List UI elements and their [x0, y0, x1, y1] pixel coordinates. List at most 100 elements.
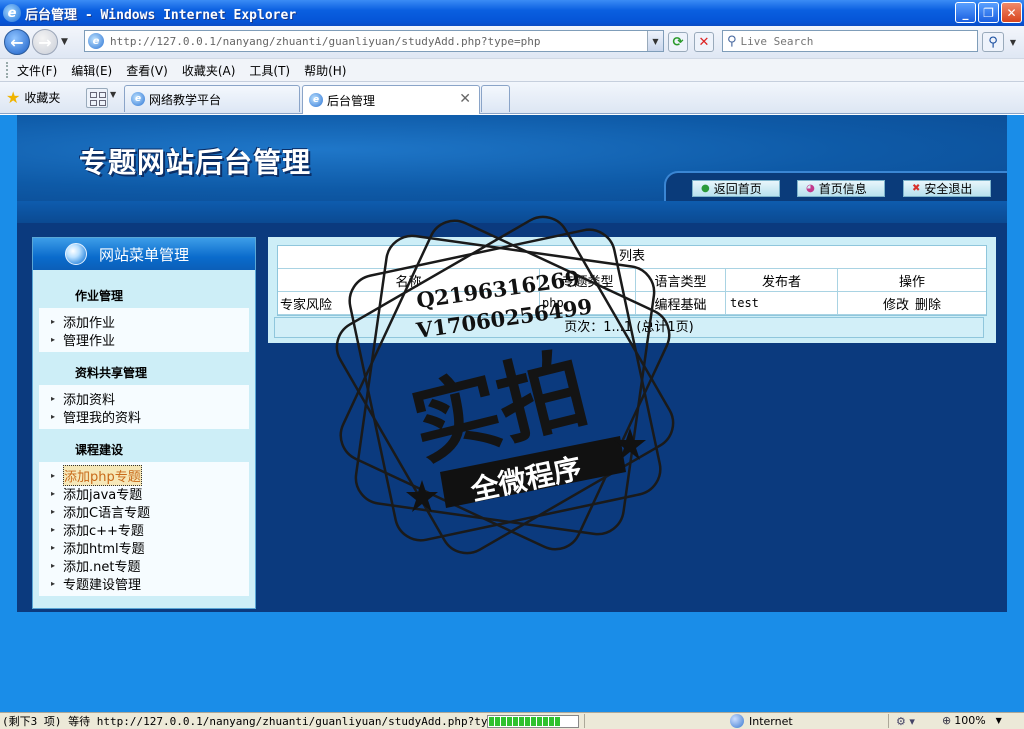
cell-name: 专家风险 — [278, 292, 540, 314]
zone-label: Internet — [749, 714, 793, 728]
section-list: ▸ 添加php专题 ▸ 添加java专题 ▸ 添加C语言专题 ▸ 添加c++专题 ▸ 添加… — [39, 462, 249, 596]
address-field[interactable]: e ▼ — [84, 30, 664, 52]
restore-button[interactable]: ❐ — [978, 2, 999, 23]
sidebar-title: 网站菜单管理 — [99, 245, 190, 264]
home-info-button[interactable]: ◕ 首页信息 — [797, 180, 885, 197]
history-dropdown-icon[interactable]: ▼ — [61, 37, 71, 47]
x-icon: ✖ — [912, 183, 921, 194]
progress-segment — [507, 717, 512, 726]
menu-help[interactable]: 帮助(H) — [304, 62, 346, 79]
admin-site: 专题网站后台管理 ● 返回首页 ◕ 首页信息 ✖ 安全退出 网站菜单管理 作业管… — [17, 115, 1007, 612]
zoom-control[interactable]: ⊕ 100% ▼ — [942, 714, 1002, 727]
stop-button[interactable]: ✕ — [694, 32, 714, 52]
tab-ie-icon: e — [131, 92, 145, 106]
progress-segment — [501, 717, 506, 726]
menu-file[interactable]: 文件(F) — [17, 62, 57, 79]
progress-segment — [495, 717, 500, 726]
menu-tools[interactable]: 工具(T) — [249, 62, 290, 79]
sidebar-item-add-c[interactable]: ▸ 添加C语言专题 — [39, 502, 249, 521]
back-button[interactable]: ← — [4, 29, 30, 55]
return-home-button[interactable]: ● 返回首页 — [692, 180, 780, 197]
logout-label: 安全退出 — [924, 182, 973, 196]
tab-ie-icon: e — [309, 93, 323, 107]
status-divider — [584, 714, 585, 728]
sidebar-item-add-cpp[interactable]: ▸ 添加c++专题 — [39, 520, 249, 539]
menu-favorites[interactable]: 收藏夹(A) — [182, 62, 236, 79]
sidebar-item-label: 专题建设管理 — [63, 577, 142, 593]
menu-view[interactable]: 查看(V) — [126, 62, 168, 79]
search-options-dropdown-icon[interactable]: ▼ — [1006, 32, 1020, 52]
tab-admin[interactable]: e 后台管理 ✕ — [302, 85, 480, 114]
new-tab-button[interactable] — [481, 85, 510, 112]
edit-link[interactable]: 修改 — [883, 294, 909, 313]
close-button[interactable]: ✕ — [1001, 2, 1022, 23]
progress-segment — [555, 717, 560, 726]
sidebar-item-add-html[interactable]: ▸ 添加html专题 — [39, 538, 249, 557]
internet-zone-icon — [730, 714, 744, 728]
column-header-language: 语言类型 — [636, 269, 726, 291]
protected-mode-icon[interactable]: ⚙ ▾ — [896, 715, 915, 728]
tab-label: 后台管理 — [327, 93, 376, 108]
page-viewport: 专题网站后台管理 ● 返回首页 ◕ 首页信息 ✖ 安全退出 网站菜单管理 作业管… — [0, 115, 1024, 712]
section-title: 资料共享管理 — [75, 365, 148, 380]
refresh-button[interactable]: ⟳ — [668, 32, 688, 52]
sidebar-item-add-resource[interactable]: ▸ 添加资料 — [39, 389, 249, 408]
search-go-button[interactable]: ⚲ — [982, 32, 1004, 52]
sidebar-item-label: 添加c++专题 — [63, 523, 144, 539]
main-panel: 列表 名称 专题类型 语言类型 发布者 操作 专家风险 php 编程基础 tes… — [268, 237, 996, 343]
return-home-label: 返回首页 — [713, 182, 762, 196]
bullet-icon: ▸ — [51, 335, 56, 344]
quick-tabs-button[interactable] — [86, 88, 108, 108]
forward-button[interactable]: → — [32, 29, 58, 55]
zoom-dropdown-icon[interactable]: ▼ — [996, 716, 1002, 725]
cell-topic-type: php — [540, 292, 636, 314]
delete-link[interactable]: 删除 — [915, 294, 941, 313]
minimize-button[interactable]: _ — [955, 2, 976, 23]
security-zone: Internet — [730, 714, 793, 728]
progress-segment — [519, 717, 524, 726]
sidebar-item-add-java[interactable]: ▸ 添加java专题 — [39, 484, 249, 503]
sidebar-header: 网站菜单管理 — [33, 238, 255, 270]
url-dropdown-icon[interactable]: ▼ — [647, 31, 663, 51]
title-bar: e 后台管理 - Windows Internet Explorer _ ❐ ✕ — [0, 0, 1024, 26]
sidebar-item-label: 添加java专题 — [63, 487, 143, 503]
sidebar-item-add-homework[interactable]: ▸ 添加作业 — [39, 312, 249, 331]
sidebar-item-label: 添加html专题 — [63, 541, 145, 557]
progress-segment — [549, 717, 554, 726]
logout-button[interactable]: ✖ 安全退出 — [903, 180, 991, 197]
sidebar-item-add-dotnet[interactable]: ▸ 添加.net专题 — [39, 556, 249, 575]
progress-segment — [489, 717, 494, 726]
search-icon: ⚲ — [727, 33, 737, 49]
address-toolbar: ← → ▼ e ▼ ⟳ ✕ ⚲ ⚲ ▼ — [0, 26, 1024, 58]
sidebar-item-label: 管理我的资料 — [63, 410, 142, 426]
globe-icon — [65, 243, 87, 265]
sidebar-item-label: 添加作业 — [63, 315, 116, 331]
sidebar-section-resources: 资料共享管理 ▸ 添加资料 ▸ 管理我的资料 — [33, 359, 255, 429]
sidebar-item-label: 管理作业 — [63, 333, 116, 349]
search-input[interactable] — [740, 34, 961, 48]
refresh-green-icon: ● — [701, 183, 710, 194]
bullet-icon: ▸ — [51, 471, 56, 480]
progress-segment — [537, 717, 542, 726]
progress-segment — [513, 717, 518, 726]
site-header: 专题网站后台管理 ● 返回首页 ◕ 首页信息 ✖ 安全退出 — [17, 115, 1007, 201]
menu-edit[interactable]: 编辑(E) — [71, 62, 112, 79]
search-box[interactable]: ⚲ — [722, 30, 978, 52]
sidebar-item-manage-resources[interactable]: ▸ 管理我的资料 — [39, 407, 249, 426]
bullet-icon: ▸ — [51, 507, 56, 516]
url-input[interactable] — [110, 34, 640, 48]
tab-label: 网络教学平台 — [149, 92, 222, 107]
sidebar-item-add-php[interactable]: ▸ 添加php专题 — [39, 464, 249, 486]
sidebar-item-manage-topics[interactable]: ▸ 专题建设管理 — [39, 574, 249, 593]
tab-close-icon[interactable]: ✕ — [459, 91, 471, 107]
sidebar-section-homework: 作业管理 ▸ 添加作业 ▸ 管理作业 — [33, 282, 255, 352]
tab-teaching-platform[interactable]: e 网络教学平台 — [124, 85, 300, 112]
bullet-icon: ▸ — [51, 525, 56, 534]
section-title: 作业管理 — [75, 288, 124, 303]
window-title: 后台管理 - Windows Internet Explorer — [25, 7, 297, 23]
sidebar-item-manage-homework[interactable]: ▸ 管理作业 — [39, 330, 249, 349]
pager: 页次：1...1 (总计1页) — [274, 317, 984, 338]
cell-actions: 修改 删除 — [838, 292, 986, 314]
favorites-button[interactable]: ★ 收藏夹 — [6, 88, 60, 107]
tab-list-dropdown-icon[interactable]: ▼ — [110, 90, 116, 99]
